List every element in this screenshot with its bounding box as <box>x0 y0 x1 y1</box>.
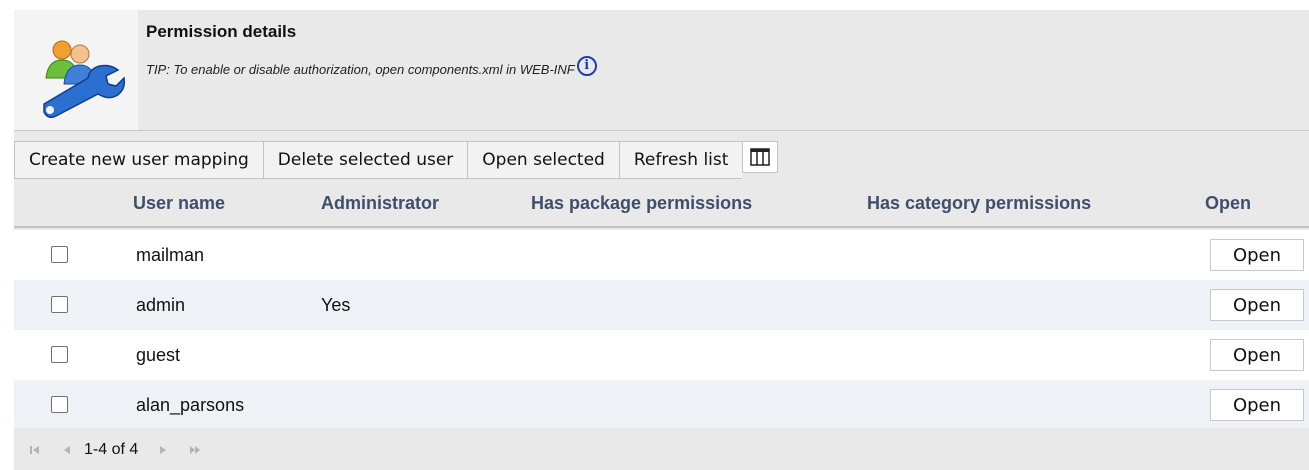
pager: 1-4 of 4 <box>14 428 1309 470</box>
header-panel: Permission details TIP: To enable or dis… <box>14 10 1309 130</box>
open-selected-button[interactable]: Open selected <box>467 141 619 179</box>
users-wrench-icon <box>43 40 126 118</box>
column-header-open[interactable]: Open <box>1205 193 1251 214</box>
administrator-cell: Yes <box>321 295 351 315</box>
tip-text-row: TIP: To enable or disable authorization,… <box>146 55 597 77</box>
table-row: mailman Open <box>14 230 1309 280</box>
table-row: admin Yes Open <box>14 280 1309 330</box>
page-range: 1-4 of 4 <box>84 440 139 458</box>
user-name-cell: mailman <box>136 245 205 265</box>
column-picker-button[interactable] <box>742 141 779 173</box>
table-row: guest Open <box>14 330 1309 380</box>
columns-icon <box>750 148 771 166</box>
next-page-icon[interactable] <box>152 439 174 461</box>
column-header-package-permissions[interactable]: Has package permissions <box>531 193 752 214</box>
info-icon[interactable]: i <box>576 55 597 76</box>
open-row-button[interactable]: Open <box>1210 339 1304 371</box>
row-checkbox[interactable] <box>51 396 68 413</box>
delete-selected-user-button[interactable]: Delete selected user <box>262 141 468 179</box>
user-permissions-grid: Create new user mapping Delete selected … <box>14 130 1309 470</box>
grid-toolbar: Create new user mapping Delete selected … <box>14 141 779 179</box>
page-title: Permission details <box>146 22 297 41</box>
create-user-mapping-button[interactable]: Create new user mapping <box>14 141 263 179</box>
last-page-icon[interactable] <box>184 439 206 461</box>
tip-text: TIP: To enable or disable authorization,… <box>146 62 575 77</box>
user-name-cell: alan_parsons <box>136 395 245 415</box>
open-row-button[interactable]: Open <box>1210 289 1304 321</box>
table-row: alan_parsons Open <box>14 380 1309 430</box>
row-checkbox[interactable] <box>51 246 68 263</box>
column-header-administrator[interactable]: Administrator <box>321 193 439 214</box>
previous-page-icon[interactable] <box>56 439 78 461</box>
table-header: User name Administrator Has package perm… <box>14 179 1309 228</box>
column-header-user-name[interactable]: User name <box>133 193 225 214</box>
user-name-cell: guest <box>136 345 181 365</box>
user-name-cell: admin <box>136 295 186 315</box>
first-page-icon[interactable] <box>24 439 46 461</box>
open-row-button[interactable]: Open <box>1210 389 1304 421</box>
column-header-category-permissions[interactable]: Has category permissions <box>867 193 1091 214</box>
open-row-button[interactable]: Open <box>1210 239 1304 271</box>
refresh-list-button[interactable]: Refresh list <box>618 141 743 179</box>
row-checkbox[interactable] <box>51 296 68 313</box>
row-checkbox[interactable] <box>51 346 68 363</box>
header-icon-box <box>14 10 138 130</box>
